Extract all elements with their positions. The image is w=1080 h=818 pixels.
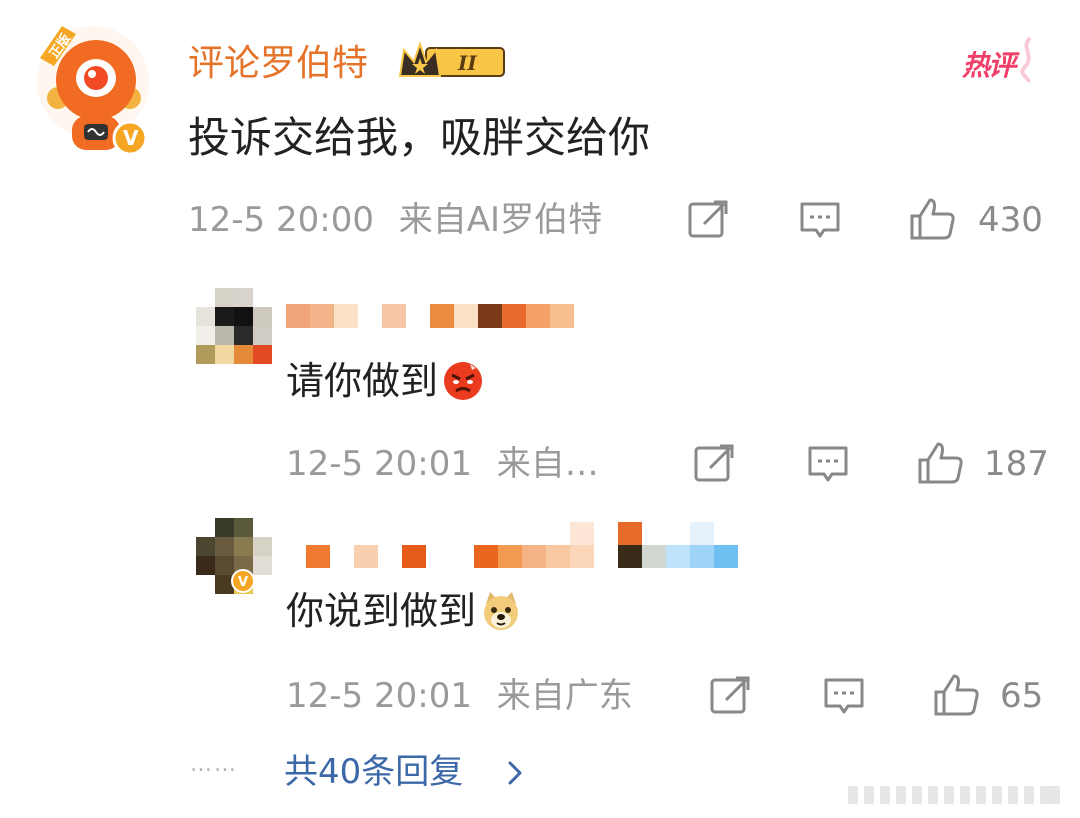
comment-meta: 12-5 20:00 来自AI罗伯特 [188,198,602,242]
angry-face-emoji [442,360,484,402]
reply-text: 你说到做到 [286,589,477,633]
like-count: 65 [1000,676,1044,716]
reply-username-censored[interactable] [306,522,738,568]
reply-username-censored[interactable] [286,304,578,328]
share-icon[interactable] [686,198,730,242]
reply-source: 来自广东 [496,676,633,716]
comment-icon[interactable] [798,198,842,242]
svg-text:V: V [238,575,248,590]
chevron-right-icon[interactable] [502,757,528,789]
flame-decoration-icon [1000,34,1040,84]
reply-text: 请你做到 [286,359,439,403]
reply-time: 12-5 20:01 [286,444,472,484]
reply-text-row: 请你做到 [286,356,484,406]
comment-source: 来自AI罗伯特 [398,200,603,240]
reply-source: 来自… [496,444,599,484]
doge-emoji [480,590,522,632]
reply-time: 12-5 20:01 [286,676,472,716]
reply-text-row: 你说到做到 [286,586,522,636]
reply-meta: 12-5 20:01 来自广东 [286,674,633,718]
level-badge-text: II [457,51,477,75]
more-replies-link[interactable]: 共40条回复 [284,750,463,794]
svg-text:V: V [123,126,139,150]
comment-time: 12-5 20:00 [188,200,374,240]
level-crown-badge: II [396,40,510,84]
like-count: 430 [978,200,1043,240]
verified-badge-icon: V [230,568,256,594]
comment-text: 投诉交给我，吸胖交给你 [188,113,651,162]
share-icon[interactable] [692,442,736,486]
like-icon[interactable] [908,196,955,240]
comment-icon[interactable] [806,442,850,486]
commenter-username[interactable]: 评论罗伯特 [188,40,368,88]
like-icon[interactable] [916,440,963,484]
comment-icon[interactable] [822,674,866,718]
share-icon[interactable] [708,674,752,718]
like-icon[interactable] [932,672,979,716]
reply-avatar[interactable] [196,288,272,364]
reply-meta: 12-5 20:01 来自… [286,442,599,486]
separator-dots: …… [190,752,238,777]
avatar[interactable]: 正版 V [36,20,150,158]
watermark-decoration [848,780,1068,810]
like-count: 187 [984,444,1049,484]
